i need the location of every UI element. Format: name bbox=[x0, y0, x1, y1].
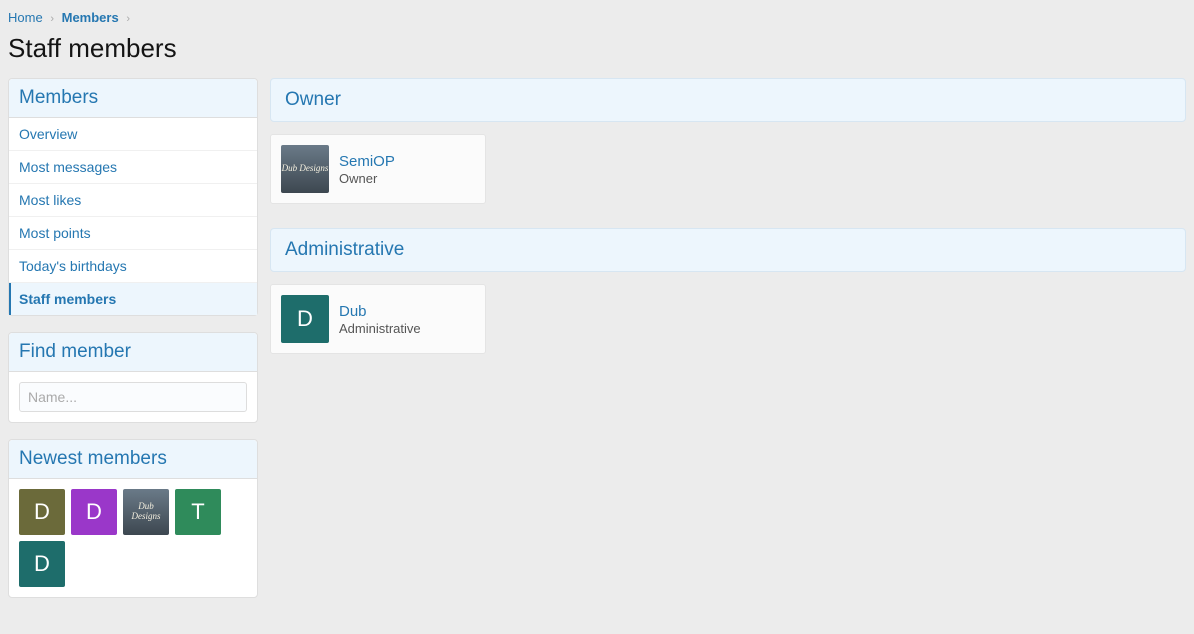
nav-item-overview[interactable]: Overview bbox=[9, 118, 257, 151]
member-name-link[interactable]: Dub bbox=[339, 303, 367, 320]
newest-avatar-0[interactable]: D bbox=[19, 489, 65, 535]
member-role: Owner bbox=[339, 171, 395, 186]
member-avatar[interactable]: D bbox=[281, 295, 329, 343]
newest-avatar-4[interactable]: D bbox=[19, 541, 65, 587]
breadcrumb: Home › Members › bbox=[8, 8, 1186, 29]
find-member-block: Find member bbox=[8, 332, 258, 423]
breadcrumb-members[interactable]: Members bbox=[62, 10, 119, 25]
chevron-right-icon: › bbox=[126, 13, 130, 25]
newest-avatar-3[interactable]: T bbox=[175, 489, 221, 535]
members-nav-header: Members bbox=[9, 79, 257, 118]
nav-item-most-messages[interactable]: Most messages bbox=[9, 151, 257, 184]
member-info: DubAdministrative bbox=[339, 303, 421, 336]
member-role: Administrative bbox=[339, 321, 421, 336]
member-card: D DubAdministrative bbox=[270, 284, 486, 354]
breadcrumb-home[interactable]: Home bbox=[8, 10, 43, 25]
members-nav-block: Members Overview Most messages Most like… bbox=[8, 78, 258, 316]
chevron-right-icon: › bbox=[50, 13, 54, 25]
member-grid: D DubAdministrative bbox=[270, 284, 1186, 354]
newest-members-block: Newest members DDDub DesignsTD bbox=[8, 439, 258, 598]
member-card: Dub Designs SemiOPOwner bbox=[270, 134, 486, 204]
find-member-input[interactable] bbox=[19, 382, 247, 412]
page-title: Staff members bbox=[8, 33, 1186, 64]
member-avatar[interactable]: Dub Designs bbox=[281, 145, 329, 193]
section-header: Owner bbox=[270, 78, 1186, 122]
newest-members-header: Newest members bbox=[9, 440, 257, 479]
newest-avatar-1[interactable]: D bbox=[71, 489, 117, 535]
nav-item-todays-birthdays[interactable]: Today's birthdays bbox=[9, 250, 257, 283]
nav-item-most-points[interactable]: Most points bbox=[9, 217, 257, 250]
newest-avatar-2[interactable]: Dub Designs bbox=[123, 489, 169, 535]
section-header: Administrative bbox=[270, 228, 1186, 272]
member-info: SemiOPOwner bbox=[339, 153, 395, 186]
members-nav-list: Overview Most messages Most likes Most p… bbox=[9, 118, 257, 315]
nav-item-staff-members[interactable]: Staff members bbox=[9, 283, 257, 315]
member-name-link[interactable]: SemiOP bbox=[339, 153, 395, 170]
member-grid: Dub Designs SemiOPOwner bbox=[270, 134, 1186, 204]
nav-item-most-likes[interactable]: Most likes bbox=[9, 184, 257, 217]
find-member-header: Find member bbox=[9, 333, 257, 372]
